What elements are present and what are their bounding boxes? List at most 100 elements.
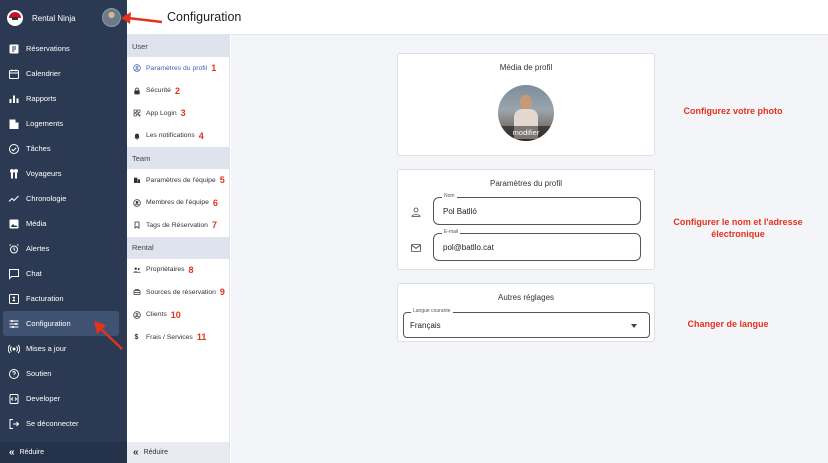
sidebar-item-label: Rapports: [26, 94, 57, 103]
bar-chart-icon: [8, 93, 20, 105]
sidebar-item-label: Mises a jour: [26, 344, 67, 353]
sidebar-item-label: Facturation: [26, 294, 64, 303]
submenu-item-label: Les notifications: [146, 132, 195, 140]
sidebar-item-billing[interactable]: Facturation: [0, 286, 127, 311]
invoice-icon: [8, 293, 20, 305]
submenu-item-label: Propriétaires: [146, 266, 185, 274]
annotation-number: 6: [212, 197, 218, 208]
submenu-collapse-button[interactable]: « Réduire: [127, 442, 229, 463]
rental-ninja-logo-icon: [7, 10, 23, 26]
sidebar-item-reservations[interactable]: Réservations: [0, 36, 127, 61]
annotation-number: 10: [170, 309, 181, 320]
chat-icon: [8, 268, 20, 280]
annotation-number: 2: [174, 85, 180, 96]
people-icon: [8, 168, 20, 180]
sidebar-item-tasks[interactable]: Tâches: [0, 136, 127, 161]
sidebar-item-label: Calendrier: [26, 69, 61, 78]
sidebar-item-housing[interactable]: Logements: [0, 111, 127, 136]
bell-icon: [132, 131, 141, 140]
submenu-item-profile-settings[interactable]: Paramètres du profil 1: [127, 57, 229, 80]
settings-content: Média de profil modifier Paramètres du p…: [231, 35, 828, 463]
sidebar-item-travellers[interactable]: Voyageurs: [0, 161, 127, 186]
logout-icon: [8, 418, 20, 430]
email-value: pol@batllo.cat: [443, 243, 494, 252]
submenu-item-notifications[interactable]: Les notifications 4: [127, 125, 229, 148]
annotation-photo: Configurez votre photo: [683, 106, 783, 116]
submenu-item-fees-services[interactable]: $ Frais / Services 11: [127, 326, 229, 349]
image-icon: [8, 218, 20, 230]
name-field[interactable]: Nom Pol Batlló: [433, 193, 641, 225]
email-field[interactable]: E-mail pol@batllo.cat: [433, 229, 641, 261]
client-icon: [132, 310, 141, 319]
submenu-item-team-members[interactable]: Membres de l'équipe 6: [127, 192, 229, 215]
caret-down-icon: [631, 324, 637, 328]
sidebar-header: Rental Ninja: [0, 0, 127, 36]
annotation-number: 3: [180, 108, 186, 119]
profile-media-card: Média de profil modifier: [397, 53, 655, 156]
submenu-item-clients[interactable]: Clients 10: [127, 304, 229, 327]
user-avatar[interactable]: [102, 8, 121, 27]
submenu-item-booking-sources[interactable]: Sources de réservation 9: [127, 281, 229, 304]
sidebar-item-updates[interactable]: Mises a jour: [0, 336, 127, 361]
sidebar-item-label: Configuration: [26, 319, 71, 328]
sidebar-item-configuration[interactable]: Configuration: [3, 311, 119, 336]
sidebar-item-calendar[interactable]: Calendrier: [0, 61, 127, 86]
source-icon: [132, 288, 141, 297]
submenu-item-team-settings[interactable]: Paramètres de l'équipe 5: [127, 169, 229, 192]
collapse-label: Réduire: [19, 449, 45, 456]
submenu-item-label: Sources de réservation: [146, 288, 216, 296]
sidebar-item-label: Chat: [26, 269, 42, 278]
sidebar-item-label: Se déconnecter: [26, 419, 79, 428]
sidebar-item-reports[interactable]: Rapports: [0, 86, 127, 111]
profile-settings-card: Paramètres du profil Nom Pol Batlló E-ma…: [397, 169, 655, 270]
dollar-icon: $: [134, 333, 139, 341]
double-chevron-left-icon: «: [133, 447, 139, 458]
main-sidebar: Rental Ninja Réservations Calendrier Rap…: [0, 0, 127, 463]
submenu-item-label: Paramètres du profil: [146, 64, 208, 72]
sidebar-item-label: Média: [26, 219, 47, 228]
submenu-item-security[interactable]: Sécurité 2: [127, 80, 229, 103]
card-title: Paramètres du profil: [489, 179, 563, 188]
submenu-item-label: Frais / Services: [146, 333, 193, 341]
name-field-label: Nom: [442, 193, 457, 199]
submenu-item-label: Paramètres de l'équipe: [146, 176, 216, 184]
submenu-item-reservation-tags[interactable]: Tags de Réservation 7: [127, 214, 229, 237]
submenu-item-label: Clients: [146, 311, 167, 319]
language-select[interactable]: Langue courante Français: [403, 308, 650, 338]
owners-icon: [132, 265, 141, 274]
section-title-user: User: [127, 35, 229, 57]
sidebar-item-media[interactable]: Média: [0, 211, 127, 236]
sidebar-item-label: Soutien: [26, 369, 52, 378]
sidebar-item-support[interactable]: Soutien: [0, 361, 127, 386]
submenu-item-label: Sécurité: [146, 87, 171, 95]
sidebar-item-label: Voyageurs: [26, 169, 62, 178]
profile-photo[interactable]: modifier: [498, 85, 554, 141]
person-icon: [410, 205, 422, 217]
help-icon: [8, 368, 20, 380]
sidebar-item-developer[interactable]: Developer: [0, 386, 127, 411]
team-icon: [132, 198, 141, 207]
card-title: Média de profil: [499, 63, 553, 72]
annotation-name-email: Configurer le nom et l'adresse électroni…: [673, 217, 803, 239]
submenu-item-app-login[interactable]: App Login 3: [127, 102, 229, 125]
alarm-icon: [8, 243, 20, 255]
photo-person-head: [520, 95, 532, 109]
sidebar-item-label: Réservations: [26, 44, 70, 53]
annotation-number: 7: [211, 220, 217, 231]
other-settings-card: Autres réglages Langue courante Français: [397, 283, 655, 342]
sidebar-item-label: Tâches: [26, 144, 51, 153]
qr-icon: [132, 109, 141, 118]
building-icon: [132, 176, 141, 185]
sidebar-item-alerts[interactable]: Alertes: [0, 236, 127, 261]
submenu-item-owners[interactable]: Propriétaires 8: [127, 259, 229, 282]
sidebar-collapse-button[interactable]: « Réduire: [0, 442, 127, 463]
name-value: Pol Batlló: [443, 207, 477, 216]
sidebar-item-timeline[interactable]: Chronologie: [0, 186, 127, 211]
sidebar-item-label: Logements: [26, 119, 64, 128]
annotation-number: 11: [196, 332, 207, 343]
sidebar-item-logout[interactable]: Se déconnecter: [0, 411, 127, 436]
broadcast-icon: [8, 343, 20, 355]
submenu-item-label: Membres de l'équipe: [146, 199, 209, 207]
edit-photo-button[interactable]: modifier: [498, 126, 554, 141]
sidebar-item-chat[interactable]: Chat: [0, 261, 127, 286]
